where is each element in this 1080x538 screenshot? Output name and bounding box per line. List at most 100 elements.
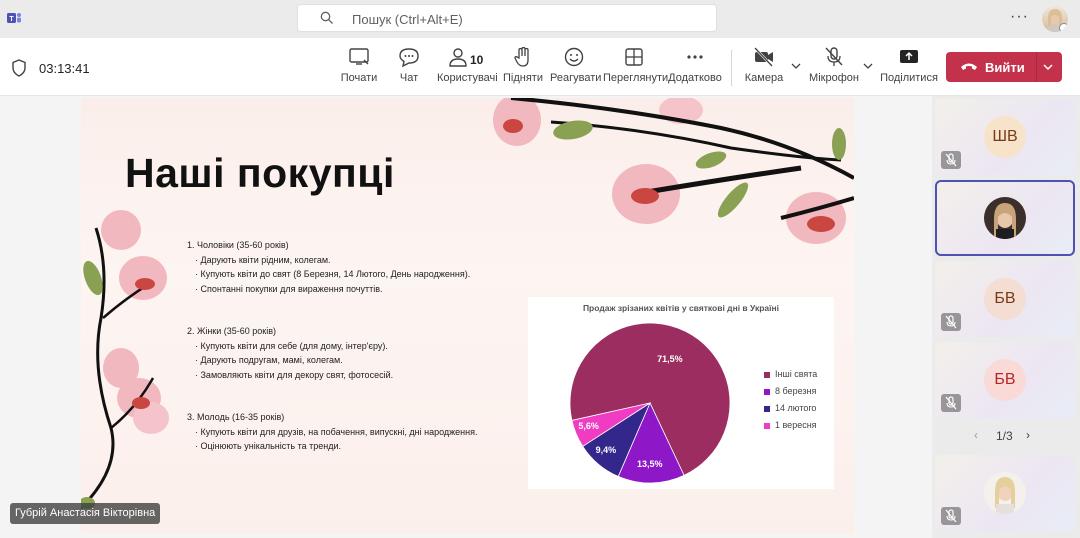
- search-placeholder: Пошук (Ctrl+Alt+E): [352, 12, 463, 27]
- section-heading: 2. Жінки (35-60 років): [187, 326, 276, 336]
- camera-options-chevron-down-icon[interactable]: [790, 60, 802, 72]
- pie-slice-label: 13,5%: [636, 459, 663, 470]
- participant-photo-icon: [984, 197, 1026, 239]
- react-button[interactable]: Реагувати: [550, 46, 602, 92]
- participant-tile-active[interactable]: [935, 180, 1075, 256]
- next-page-chevron-right-icon[interactable]: ›: [1026, 428, 1030, 442]
- legend-entry: Інші свята: [764, 369, 817, 386]
- more-options-icon[interactable]: ···: [1010, 8, 1029, 26]
- people-label: Користувачі: [437, 72, 498, 84]
- pie-slice-label: 5,6%: [578, 421, 599, 432]
- view-label: Переглянути: [603, 72, 669, 84]
- legend-entry: 14 лютого: [764, 403, 817, 420]
- buyer-section-youth: 3. Молодь (16-35 років) · Купують квіти …: [187, 410, 478, 454]
- participant-tile[interactable]: ШВ: [935, 99, 1075, 175]
- buyer-section-women: 2. Жінки (35-60 років) · Купують квіти д…: [187, 324, 393, 382]
- phone-hangup-icon: [961, 63, 977, 70]
- section-item: · Купують квіти для себе (для дому, інте…: [195, 340, 388, 351]
- share-screen-icon: [900, 50, 918, 63]
- leave-button[interactable]: Вийти: [946, 52, 1062, 82]
- slide-title: Наші покупці: [125, 150, 395, 196]
- teams-logo-icon: T: [7, 13, 21, 23]
- start-icon: [349, 48, 369, 65]
- participant-tile[interactable]: БВ: [935, 342, 1075, 418]
- page-indicator: 1/3: [996, 429, 1013, 443]
- participant-tile[interactable]: [935, 455, 1075, 531]
- raise-hand-icon: [514, 46, 529, 67]
- meeting-timer: 03:13:41: [39, 61, 90, 76]
- microphone-label: Мікрофон: [809, 72, 859, 84]
- smiley-icon: [564, 47, 584, 67]
- muted-mic-icon: [941, 507, 961, 525]
- buyer-section-men: 1. Чоловіки (35-60 років) · Дарують квіт…: [187, 238, 470, 296]
- microphone-button[interactable]: Мікрофон: [808, 46, 860, 92]
- section-item: · Замовляють квіти для декору свят, фото…: [195, 369, 394, 380]
- chart-legend: Інші свята 8 березня 14 лютого 1 вересня: [764, 369, 817, 437]
- participant-photo-icon: [984, 472, 1026, 514]
- previous-page-chevron-left-icon[interactable]: ‹: [974, 428, 978, 442]
- legend-entry: 8 березня: [764, 386, 817, 403]
- pie-slice-label: 9,4%: [595, 444, 617, 455]
- shared-slide: Наші покупці 1. Чоловіки (35-60 років) ·…: [81, 98, 854, 534]
- pie-chart: Продаж зрізаних квітів у святкові дні в …: [528, 297, 834, 489]
- section-item: · Дарують квіти рідним, колегам.: [195, 254, 331, 265]
- leave-label: Вийти: [985, 60, 1025, 75]
- participant-avatar: ШВ: [984, 116, 1026, 158]
- legend-swatch: [764, 388, 770, 395]
- react-label: Реагувати: [550, 72, 602, 84]
- more-dots-icon: [687, 55, 703, 59]
- participants-pager: ‹ 1/3 ›: [974, 427, 1044, 445]
- chat-icon: [399, 48, 419, 68]
- more-label: Додатково: [668, 72, 722, 84]
- section-item: · Дарують подругам, мамі, колегам.: [195, 355, 343, 365]
- search-input[interactable]: Пошук (Ctrl+Alt+E): [297, 4, 717, 32]
- legend-swatch: [764, 405, 770, 412]
- presence-status-icon: [1059, 23, 1068, 32]
- muted-mic-icon: [941, 313, 961, 331]
- shield-icon: [12, 59, 26, 77]
- raise-hand-button[interactable]: Підняти: [503, 46, 543, 92]
- participant-avatar: [984, 472, 1026, 514]
- participant-avatar: БВ: [984, 359, 1026, 401]
- people-button[interactable]: Користувачі: [437, 46, 498, 92]
- more-button[interactable]: Додатково: [668, 46, 722, 92]
- view-grid-icon: [625, 48, 643, 66]
- meeting-toolbar: 03:13:41 Почати Чат Користувачі 10 Підня…: [0, 38, 1080, 96]
- search-icon: [320, 11, 333, 24]
- microphone-options-chevron-down-icon[interactable]: [862, 60, 874, 72]
- chat-button[interactable]: Чат: [393, 46, 425, 92]
- legend-entry: 1 вересня: [764, 420, 817, 437]
- leave-options-chevron-down-icon[interactable]: [1042, 61, 1054, 73]
- participant-avatar: [984, 197, 1026, 239]
- share-button[interactable]: Поділитися: [880, 46, 938, 92]
- legend-swatch: [764, 371, 770, 378]
- people-count: 10: [470, 53, 484, 67]
- view-button[interactable]: Переглянути: [603, 46, 669, 92]
- share-label: Поділитися: [880, 72, 938, 84]
- section-item: · Оцінюють унікальність та тренди.: [195, 441, 341, 451]
- people-icon: [449, 48, 467, 67]
- chat-label: Чат: [399, 72, 419, 84]
- start-button[interactable]: Почати: [337, 46, 381, 92]
- muted-mic-icon: [941, 394, 961, 412]
- section-item: · Спонтанні покупки для вираження почутт…: [195, 283, 383, 294]
- section-item: · Купують квіти для друзів, на побачення…: [195, 426, 478, 437]
- legend-swatch: [764, 422, 770, 429]
- muted-mic-icon: [941, 151, 961, 169]
- title-bar: T Пошук (Ctrl+Alt+E) ···: [0, 0, 1080, 38]
- avatar[interactable]: [1042, 6, 1068, 32]
- camera-off-icon: [754, 47, 773, 67]
- toolbar-divider: [731, 50, 732, 86]
- section-item: · Купують квіти до свят (8 Березня, 14 Л…: [195, 269, 471, 279]
- camera-label: Камера: [744, 72, 784, 84]
- camera-button[interactable]: Камера: [744, 46, 784, 92]
- microphone-off-icon: [825, 47, 843, 66]
- svg-text:T: T: [9, 16, 14, 23]
- participant-tile[interactable]: БВ: [935, 261, 1075, 337]
- section-heading: 3. Молодь (16-35 років): [187, 412, 285, 422]
- pie-slice-label: 71,5%: [657, 353, 683, 364]
- presenter-name: Губрій Анастасія Вікторівна: [10, 503, 161, 524]
- leave-divider: [1036, 52, 1037, 82]
- section-heading: 1. Чоловіки (35-60 років): [187, 240, 289, 250]
- participant-avatar: БВ: [984, 278, 1026, 320]
